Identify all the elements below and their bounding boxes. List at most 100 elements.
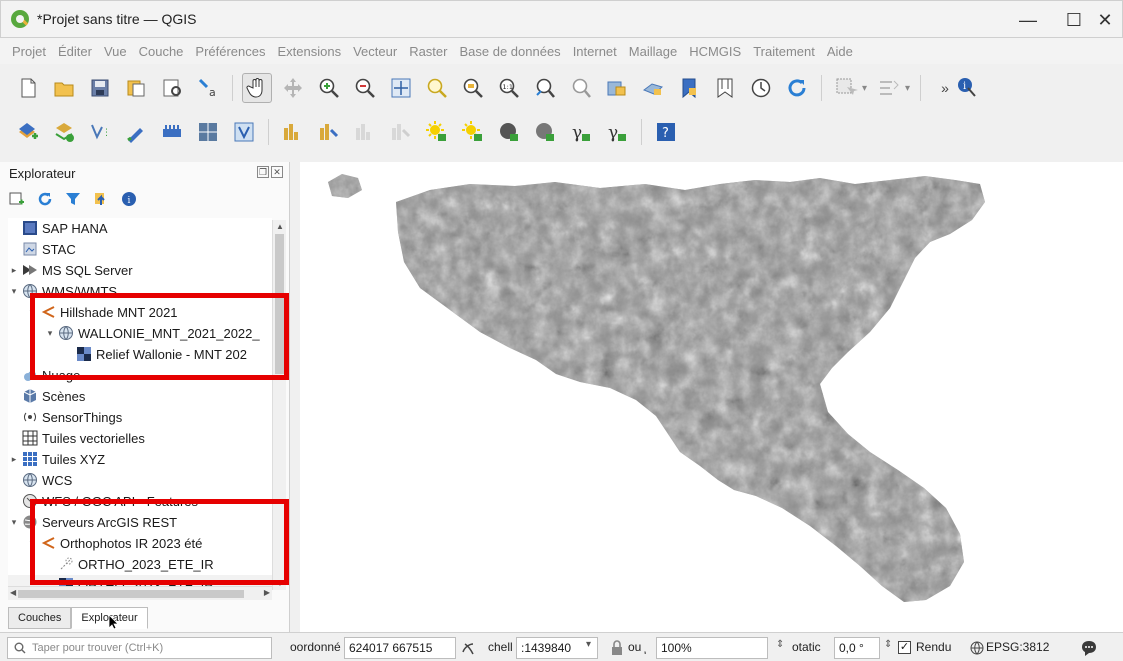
help-icon[interactable]: ? <box>651 117 681 147</box>
tree-item-12[interactable]: WCS <box>8 470 272 490</box>
new-3d-view-icon[interactable] <box>638 73 668 103</box>
messages-icon[interactable] <box>1080 639 1098 657</box>
save-project-icon[interactable] <box>85 73 115 103</box>
digitize-icon[interactable] <box>121 117 151 147</box>
zoom-last-icon[interactable] <box>530 73 560 103</box>
map-canvas[interactable] <box>300 162 1123 632</box>
histogram-disabled-icon[interactable] <box>350 117 380 147</box>
close-panel-button[interactable]: ✕ <box>271 166 283 178</box>
new-project-icon[interactable] <box>13 73 43 103</box>
menu-item-10[interactable]: Maillage <box>623 44 683 59</box>
tree-item-9[interactable]: SensorThings <box>8 407 272 427</box>
pan-tool-icon[interactable] <box>242 73 272 103</box>
chevron-down-icon[interactable]: ▾ <box>8 286 20 297</box>
menu-item-3[interactable]: Couche <box>133 44 190 59</box>
sun-remove-icon[interactable] <box>458 117 488 147</box>
chevron-down-icon[interactable]: ▾ <box>905 83 910 94</box>
menu-item-4[interactable]: Préférences <box>189 44 271 59</box>
chevron-down-icon[interactable]: ▾ <box>862 83 867 94</box>
sun-add-icon[interactable] <box>422 117 452 147</box>
zoom-to-layer-icon[interactable] <box>458 73 488 103</box>
crs-globe-icon[interactable] <box>970 641 984 655</box>
deselect-icon[interactable] <box>874 73 904 103</box>
zoom-to-selection-icon[interactable] <box>422 73 452 103</box>
coordinate-toggle-icon[interactable] <box>460 640 476 656</box>
chevron-right-icon[interactable]: ▸ <box>8 454 20 465</box>
menu-item-1[interactable]: Éditer <box>52 44 98 59</box>
refresh-icon[interactable] <box>36 190 54 208</box>
magnifier-field[interactable]: 100% <box>656 637 768 659</box>
tree-item-10[interactable]: Tuiles vectorielles <box>8 428 272 448</box>
zoom-native-icon[interactable]: 1:1 <box>494 73 524 103</box>
menu-item-2[interactable]: Vue <box>98 44 133 59</box>
new-print-layout-icon[interactable] <box>121 73 151 103</box>
zoom-in-icon[interactable] <box>314 73 344 103</box>
tree-item-0[interactable]: SAP HANA <box>8 218 272 238</box>
tree-item-8[interactable]: Scènes <box>8 386 272 406</box>
add-selected-layers-icon[interactable] <box>8 190 26 208</box>
zoom-next-icon[interactable] <box>566 73 596 103</box>
chevron-right-icon[interactable]: ▸ <box>8 265 20 276</box>
gamma-add-icon[interactable]: γ <box>566 117 596 147</box>
minimize-button[interactable]: — <box>1005 1 1051 39</box>
menu-item-0[interactable]: Projet <box>6 44 52 59</box>
identify-icon[interactable]: i <box>952 73 982 103</box>
hillshade-add-icon[interactable] <box>494 117 524 147</box>
rotation-field[interactable]: 0,0 ° <box>834 637 880 659</box>
new-map-view-icon[interactable] <box>602 73 632 103</box>
filter-icon[interactable] <box>64 190 82 208</box>
toolbar-overflow-button[interactable]: » <box>941 80 949 96</box>
show-bookmarks-icon[interactable] <box>710 73 740 103</box>
histogram-edit-disabled-icon[interactable] <box>386 117 416 147</box>
zoom-full-icon[interactable] <box>386 73 416 103</box>
menu-item-11[interactable]: HCMGIS <box>683 44 747 59</box>
add-virtual-layer-icon[interactable] <box>229 117 259 147</box>
temporal-controller-icon[interactable] <box>746 73 776 103</box>
scroll-left-icon[interactable]: ◀ <box>10 588 16 597</box>
menu-item-7[interactable]: Raster <box>403 44 453 59</box>
style-manager-icon[interactable]: a <box>193 73 223 103</box>
render-checkbox[interactable]: ✓ <box>898 641 911 654</box>
crs-label[interactable]: EPSG:3812 <box>986 640 1049 654</box>
new-bookmark-icon[interactable] <box>674 73 704 103</box>
gamma-remove-icon[interactable]: γ <box>602 117 632 147</box>
zoom-out-icon[interactable] <box>350 73 380 103</box>
scrollbar-thumb[interactable] <box>18 590 244 598</box>
collapse-all-icon[interactable] <box>92 190 110 208</box>
select-features-icon[interactable] <box>831 73 861 103</box>
add-wms-layer-icon[interactable] <box>193 117 223 147</box>
pan-to-selection-icon[interactable] <box>278 73 308 103</box>
locator-search-input[interactable]: Taper pour trouver (Ctrl+K) <box>7 637 272 659</box>
menu-item-12[interactable]: Traitement <box>747 44 821 59</box>
menu-item-6[interactable]: Vecteur <box>347 44 403 59</box>
add-mesh-layer-icon[interactable] <box>157 117 187 147</box>
data-source-manager-icon[interactable] <box>13 117 43 147</box>
histogram-edit-icon[interactable] <box>314 117 344 147</box>
histogram-icon[interactable] <box>278 117 308 147</box>
scroll-up-icon[interactable]: ▲ <box>276 222 284 231</box>
spin-icon[interactable]: ⇕ <box>884 639 892 650</box>
chevron-down-icon[interactable]: ▾ <box>8 517 20 528</box>
horizontal-scrollbar[interactable]: ◀ ▶ <box>8 586 272 600</box>
info-icon[interactable]: i <box>120 190 138 208</box>
menu-item-8[interactable]: Base de données <box>453 44 566 59</box>
tree-item-11[interactable]: ▸ Tuiles XYZ <box>8 449 272 469</box>
open-project-icon[interactable] <box>49 73 79 103</box>
menu-item-13[interactable]: Aide <box>821 44 859 59</box>
lock-icon[interactable] <box>610 640 624 656</box>
scroll-right-icon[interactable]: ▶ <box>264 588 270 597</box>
tab-couches[interactable]: Couches <box>8 607 72 629</box>
hillshade-remove-icon[interactable] <box>530 117 560 147</box>
menu-item-5[interactable]: Extensions <box>272 44 348 59</box>
layout-manager-icon[interactable] <box>157 73 187 103</box>
tree-item-1[interactable]: STAC <box>8 239 272 259</box>
spin-icon[interactable]: ⇕ <box>776 639 784 650</box>
close-button[interactable]: ✕ <box>1082 1 1123 39</box>
coordinate-field[interactable]: 624017 667515 <box>344 637 456 659</box>
menu-item-9[interactable]: Internet <box>567 44 623 59</box>
refresh-icon[interactable] <box>782 73 812 103</box>
add-vector-layer-icon[interactable] <box>49 117 79 147</box>
tree-item-2[interactable]: ▸ MS SQL Server <box>8 260 272 280</box>
float-panel-button[interactable]: ❐ <box>257 166 269 178</box>
add-raster-layer-icon[interactable]: ⋮⋮ <box>85 117 115 147</box>
